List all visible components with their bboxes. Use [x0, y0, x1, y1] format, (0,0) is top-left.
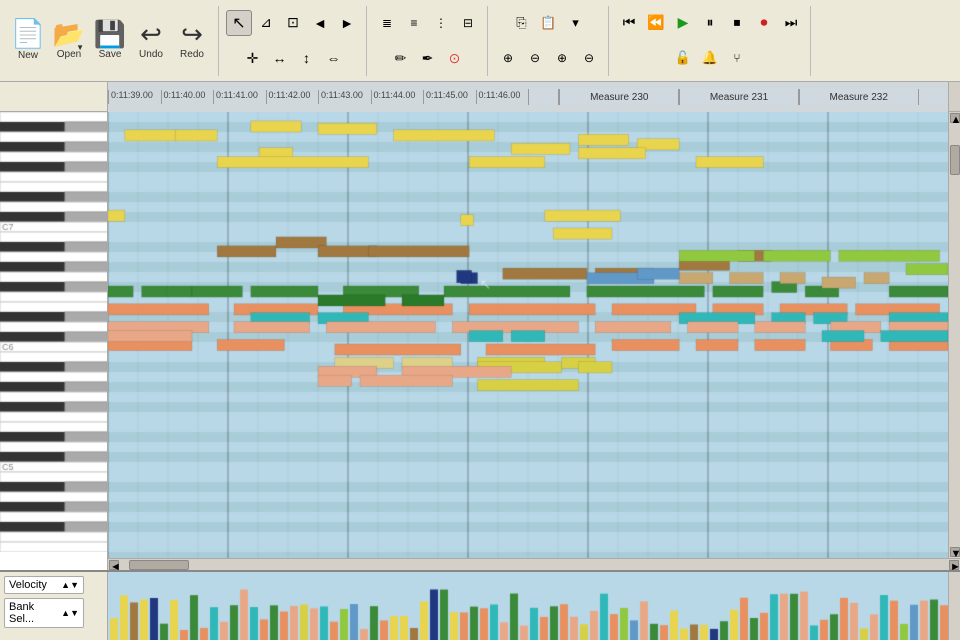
tool-stretch[interactable]: ⇔: [321, 45, 347, 71]
bank-dropdown-arrow: ▲▼: [61, 608, 79, 618]
clipboard-in[interactable]: ⎘: [509, 10, 535, 36]
measure-232: Measure 232: [798, 89, 918, 105]
edit-tools-group: ↖ ⊿ ⊡ ◄ ► ✛ ↔ ↕ ⇔: [226, 6, 367, 76]
save-icon: 💾: [94, 21, 126, 47]
velocity-panel: Velocity ▲▼ Bank Sel... ▲▼: [0, 570, 960, 640]
main-area: 0:11:39.00 0:11:40.00 0:11:41.00 0:11:42…: [0, 82, 960, 640]
tool-move[interactable]: ✛: [240, 45, 266, 71]
zoom-in-h[interactable]: ⊕: [549, 45, 575, 71]
go-end[interactable]: ⏭: [778, 10, 804, 36]
zoom-out-v[interactable]: ⊖: [522, 45, 548, 71]
undo-button[interactable]: ↩ Undo: [131, 11, 171, 71]
tool-select[interactable]: ↖: [226, 10, 252, 36]
redo-icon: ↪: [181, 21, 203, 47]
new-button[interactable]: 📄 New: [8, 11, 48, 71]
save-button[interactable]: 💾 Save: [90, 11, 130, 71]
time-7: 0:11:45.00: [423, 90, 476, 104]
velocity-label: Velocity: [9, 579, 47, 591]
v-scrollbar[interactable]: ▲ ▼: [948, 112, 960, 558]
tool-move-h[interactable]: ↔: [267, 45, 293, 71]
velocity-canvas: [108, 572, 948, 640]
time-5: 0:11:43.00: [318, 90, 371, 104]
tool-left-arrow[interactable]: ◄: [307, 10, 333, 36]
timeline-ruler[interactable]: 0:11:39.00 0:11:40.00 0:11:41.00 0:11:42…: [108, 82, 948, 112]
new-icon: 📄: [11, 20, 46, 48]
clipboard-out[interactable]: 📋: [536, 10, 562, 36]
time-8: 0:11:46.00: [476, 90, 529, 104]
tool-draw2[interactable]: ✒: [415, 45, 441, 71]
time-3: 0:11:41.00: [213, 90, 266, 104]
tool-pencil-select[interactable]: ⊿: [253, 10, 279, 36]
timeline-piano-space: [0, 82, 108, 111]
quantize-3[interactable]: ⋮: [428, 10, 454, 36]
measure-231: Measure 231: [678, 89, 798, 105]
redo-button[interactable]: ↪ Redo: [172, 11, 212, 71]
measure-230: Measure 230: [558, 89, 678, 105]
grid-canvas: [108, 112, 948, 558]
velocity-dropdown[interactable]: Velocity ▲▼: [4, 576, 84, 594]
clipboard-arrow[interactable]: ▾: [563, 10, 589, 36]
record[interactable]: ⏺: [751, 10, 777, 36]
velocity-dropdown-arrow: ▲▼: [61, 580, 79, 590]
stop[interactable]: ⏹: [724, 10, 750, 36]
timeline: 0:11:39.00 0:11:40.00 0:11:41.00 0:11:42…: [0, 82, 960, 112]
open-button[interactable]: 📂 Open ▼: [49, 11, 89, 71]
tool-marquee[interactable]: ⊡: [280, 10, 306, 36]
velocity-bars-area[interactable]: [108, 572, 948, 640]
undo-icon: ↩: [140, 21, 162, 47]
tool-draw[interactable]: ✏: [388, 45, 414, 71]
time-1: 0:11:39.00: [108, 90, 161, 104]
quantize-1[interactable]: ≣: [374, 10, 400, 36]
toolbar: 📄 New 📂 Open ▼ 💾 Save ↩ Undo ↪ Redo: [0, 0, 960, 82]
note-grid[interactable]: [108, 112, 948, 558]
lock[interactable]: 🔓: [670, 45, 696, 71]
velocity-controls: Velocity ▲▼ Bank Sel... ▲▼: [0, 572, 108, 640]
zoom-in-v[interactable]: ⊕: [495, 45, 521, 71]
zoom-out-h[interactable]: ⊖: [576, 45, 602, 71]
branch[interactable]: ⑂: [724, 45, 750, 71]
quantize-2[interactable]: ≡: [401, 10, 427, 36]
transport-group: ⎘ 📋 ▾ ⊕ ⊖ ⊕ ⊖: [495, 6, 609, 76]
piano-keyboard[interactable]: [0, 112, 108, 570]
file-group: 📄 New 📂 Open ▼ 💾 Save ↩ Undo ↪ Redo: [8, 6, 219, 76]
rewind[interactable]: ⏪: [643, 10, 669, 36]
play[interactable]: ▶: [670, 10, 696, 36]
measure-0: [528, 89, 558, 105]
bank-dropdown[interactable]: Bank Sel... ▲▼: [4, 598, 84, 628]
new-label: New: [18, 50, 38, 61]
measure-end: [918, 89, 948, 105]
playback-group: ⏮ ⏪ ▶ ⏸ ⏹ ⏺ ⏭ 🔓 🔔 ⑂: [616, 6, 811, 76]
h-scrollbar[interactable]: ◄ ►: [108, 558, 960, 570]
undo-label: Undo: [139, 49, 163, 60]
notes-container: ▲ ▼ ◄ ►: [0, 112, 960, 570]
time-2: 0:11:40.00: [161, 90, 214, 104]
time-6: 0:11:44.00: [371, 90, 424, 104]
save-label: Save: [99, 49, 122, 60]
quantize-4[interactable]: ⊟: [455, 10, 481, 36]
go-start[interactable]: ⏮: [616, 10, 642, 36]
pause[interactable]: ⏸: [697, 10, 723, 36]
time-4: 0:11:42.00: [266, 90, 319, 104]
tool-move-v[interactable]: ↕: [294, 45, 320, 71]
mute[interactable]: 🔔: [697, 45, 723, 71]
bank-label: Bank Sel...: [9, 601, 59, 625]
tool-magnet[interactable]: ⊙: [442, 45, 468, 71]
quantize-group: ≣ ≡ ⋮ ⊟ ✏ ✒ ⊙: [374, 6, 488, 76]
redo-label: Redo: [180, 49, 204, 60]
tool-right-arrow[interactable]: ►: [334, 10, 360, 36]
